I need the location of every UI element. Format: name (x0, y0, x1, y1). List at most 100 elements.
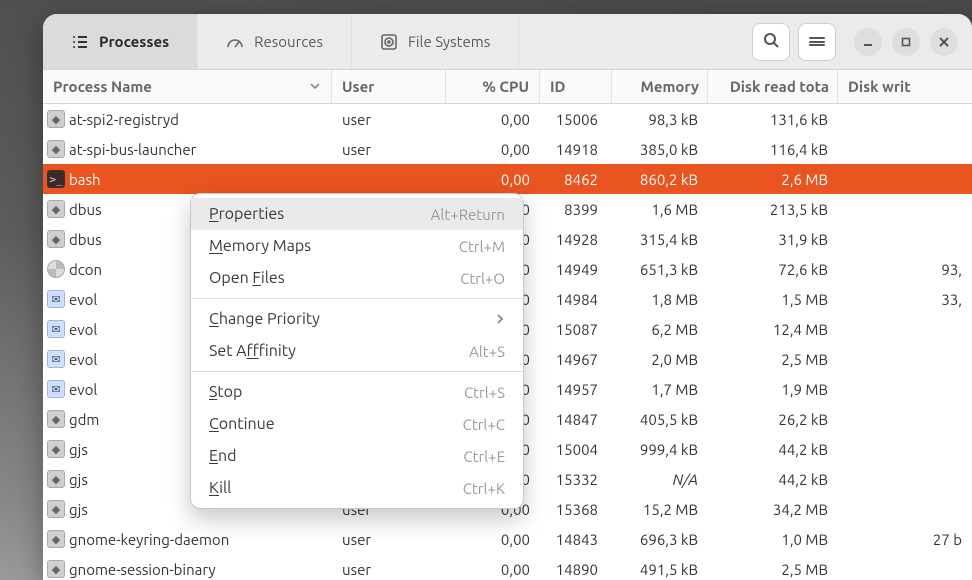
tab-filesystems[interactable]: File Systems (352, 14, 519, 69)
cell-disk-read: 1,9 MB (708, 381, 838, 398)
cell-disk-write: 93, (838, 261, 972, 278)
column-label: Process Name (53, 78, 152, 95)
search-button[interactable] (752, 23, 790, 61)
cell-cpu: 0,00 (446, 141, 540, 158)
column-header-user[interactable]: User (332, 70, 446, 103)
menu-label: Change Priority (209, 310, 320, 328)
menu-label: Open Files (209, 269, 285, 287)
column-label: Disk writ (848, 78, 911, 95)
minimize-icon (862, 36, 874, 48)
cell-memory: 15,2 MB (612, 501, 708, 518)
cell-disk-read: 34,2 MB (708, 501, 838, 518)
process-name: gnome-keyring-daemon (69, 531, 229, 548)
cell-disk-read: 1,5 MB (708, 291, 838, 308)
tab-bar: Processes Resources File Systems (43, 14, 519, 69)
column-header-name[interactable]: Process Name (43, 70, 332, 103)
cell-memory: 2,0 MB (612, 351, 708, 368)
cell-memory: 860,2 kB (612, 171, 708, 188)
process-icon: ◆ (47, 560, 65, 578)
process-icon: ◆ (47, 470, 65, 488)
table-row[interactable]: ◆gnome-session-binary user0,0014890491,5 … (43, 554, 972, 580)
menu-set-affinity[interactable]: Set Afffinity Alt+S (191, 335, 523, 367)
cell-memory: 491,5 kB (612, 561, 708, 578)
column-headers: Process Name User % CPU ID Memory Disk r… (43, 70, 972, 104)
cell-disk-read: 44,2 kB (708, 441, 838, 458)
cell-disk-read: 131,6 kB (708, 111, 838, 128)
close-button[interactable] (930, 28, 958, 56)
table-row[interactable]: >_bash0,008462860,2 kB2,6 MB (43, 164, 972, 194)
search-icon (763, 32, 779, 51)
process-icon: >_ (47, 170, 65, 188)
process-context-menu: Properties Alt+Return Memory Maps Ctrl+M… (190, 193, 524, 509)
table-row[interactable]: ◆gnome-keyring-daemonuser0,0014843696,3 … (43, 524, 972, 554)
cell-id: 14967 (540, 351, 612, 368)
menu-properties[interactable]: Properties Alt+Return (191, 198, 523, 230)
cell-id: 15332 (540, 471, 612, 488)
titlebar: Processes Resources File Systems (43, 14, 972, 70)
menu-label: Stop (209, 383, 242, 401)
process-icon: ✉ (47, 290, 65, 308)
process-name: bash (69, 171, 101, 188)
column-header-disk-read[interactable]: Disk read tota (708, 70, 838, 103)
cell-id: 14847 (540, 411, 612, 428)
cell-disk-read: 1,0 MB (708, 531, 838, 548)
menu-button[interactable] (798, 23, 836, 61)
menu-memory-maps[interactable]: Memory Maps Ctrl+M (191, 230, 523, 262)
process-icon (47, 260, 65, 278)
process-icon: ✉ (47, 320, 65, 338)
tab-resources[interactable]: Resources (198, 14, 352, 69)
cell-id: 14890 (540, 561, 612, 578)
cell-memory: 1,8 MB (612, 291, 708, 308)
menu-continue[interactable]: Continue Ctrl+C (191, 408, 523, 440)
process-name: gnome-session-binary (69, 561, 216, 578)
menu-accel: Alt+S (469, 343, 505, 360)
menu-stop[interactable]: Stop Ctrl+S (191, 376, 523, 408)
column-header-memory[interactable]: Memory (612, 70, 708, 103)
maximize-button[interactable] (892, 28, 920, 56)
cell-id: 15087 (540, 321, 612, 338)
menu-label: Kill (209, 479, 231, 497)
cell-disk-read: 12,4 MB (708, 321, 838, 338)
cell-id: 14843 (540, 531, 612, 548)
cell-id: 14949 (540, 261, 612, 278)
process-icon: ◆ (47, 410, 65, 428)
column-label: % CPU (482, 78, 529, 95)
table-row[interactable]: ◆at-spi-bus-launcheruser0,0014918385,0 k… (43, 134, 972, 164)
column-header-id[interactable]: ID (540, 70, 612, 103)
menu-accel: Ctrl+E (463, 448, 505, 465)
process-icon: ◆ (47, 230, 65, 248)
menu-open-files[interactable]: Open Files Ctrl+O (191, 262, 523, 294)
tab-label: Resources (254, 33, 323, 50)
process-name: gjs (69, 441, 88, 458)
column-header-disk-write[interactable]: Disk writ (838, 70, 972, 103)
hamburger-icon (809, 36, 825, 48)
list-icon (71, 33, 89, 51)
cell-disk-read: 26,2 kB (708, 411, 838, 428)
table-row[interactable]: ◆at-spi2-registryduser0,001500698,3 kB13… (43, 104, 972, 134)
process-name: gjs (69, 501, 88, 518)
process-name: dbus (69, 201, 102, 218)
minimize-button[interactable] (854, 28, 882, 56)
menu-label: Continue (209, 415, 275, 433)
tab-processes[interactable]: Processes (43, 14, 198, 69)
cell-disk-read: 213,5 kB (708, 201, 838, 218)
menu-accel: Ctrl+M (459, 238, 505, 255)
process-icon: ✉ (47, 380, 65, 398)
column-label: Memory (640, 78, 699, 95)
cell-memory: 315,4 kB (612, 231, 708, 248)
cell-cpu: 0,00 (446, 111, 540, 128)
process-name: gjs (69, 471, 88, 488)
cell-id: 14984 (540, 291, 612, 308)
cell-user: user (332, 111, 446, 128)
menu-end[interactable]: End Ctrl+E (191, 440, 523, 472)
cell-id: 15368 (540, 501, 612, 518)
menu-kill[interactable]: Kill Ctrl+K (191, 472, 523, 504)
process-name: evol (69, 321, 97, 338)
cell-memory: 1,7 MB (612, 381, 708, 398)
column-header-cpu[interactable]: % CPU (446, 70, 540, 103)
menu-change-priority[interactable]: Change Priority (191, 303, 523, 335)
cell-user: user (332, 561, 446, 578)
cell-id: 15004 (540, 441, 612, 458)
cell-cpu: 0,00 (446, 561, 540, 578)
maximize-icon (900, 36, 912, 48)
